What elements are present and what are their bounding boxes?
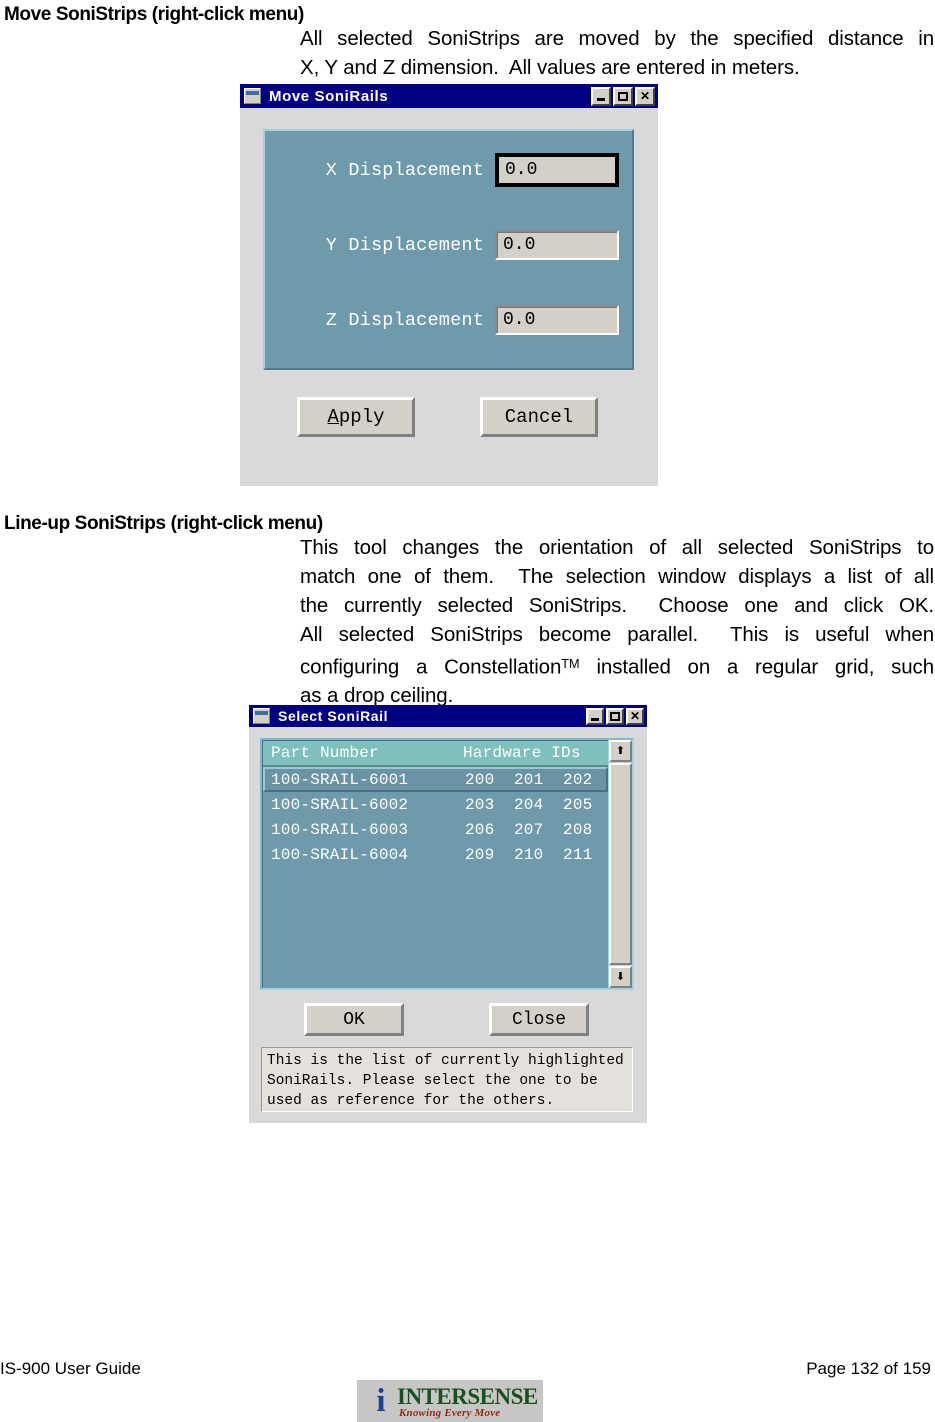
minimize-button[interactable] <box>591 86 611 106</box>
apply-button[interactable]: Apply <box>297 397 415 437</box>
list-item-hardware-ids: 206 207 208 <box>465 820 593 839</box>
maximize-button[interactable] <box>606 707 624 725</box>
trademark-symbol: TM <box>561 656 580 671</box>
move-dialog-title: Move SoniRails <box>269 87 389 105</box>
z-displacement-input[interactable]: 0.0 <box>495 305 619 335</box>
maximize-button[interactable] <box>613 86 633 106</box>
scroll-down-icon[interactable]: ⬇ <box>609 966 632 988</box>
paragraph-move-sonistrips: All selected SoniStrips are moved by the… <box>300 24 934 82</box>
list-header-row: Part Number Hardware IDs <box>263 741 608 767</box>
paragraph-line-part: installed on a regular grid, such <box>596 655 934 679</box>
section-heading-move-sonistrips: Move SoniStrips (right-click menu) <box>4 4 304 25</box>
paragraph-line: X, Y and Z dimension. All values are ent… <box>300 56 800 79</box>
list-item-part-number: 100-SRAIL-6001 <box>271 770 409 789</box>
paragraph-line: This tool changes the orientation of all… <box>300 536 934 559</box>
list-item[interactable]: 100-SRAIL-6004 209 210 211 <box>263 842 608 867</box>
list-item[interactable]: 100-SRAIL-6003 206 207 208 <box>263 817 608 842</box>
paragraph-line-part: configuring a Constellation <box>300 655 562 679</box>
column-header-hardware-ids: Hardware IDs <box>463 744 581 762</box>
x-displacement-row: X Displacement 0.0 <box>265 153 632 187</box>
apply-mnemonic: A <box>327 406 339 428</box>
paragraph-line: All selected SoniStrips are moved by the… <box>300 27 934 50</box>
paragraph-line-trademark: configuring a ConstellationTM installed … <box>300 649 934 681</box>
list-scrollbar[interactable]: ⬆ ⬇ <box>608 740 632 988</box>
close-glyph: ✕ <box>639 89 651 103</box>
window-controls: ✕ <box>591 86 655 106</box>
list-item-part-number: 100-SRAIL-6004 <box>271 845 409 864</box>
close-glyph: ✕ <box>629 709 641 723</box>
section-heading-lineup-sonistrips: Line-up SoniStrips (right-click menu) <box>4 513 323 534</box>
z-displacement-row: Z Displacement 0.0 <box>265 303 632 337</box>
list-item-hardware-ids: 209 210 211 <box>465 845 593 864</box>
select-dialog-title: Select SoniRail <box>278 708 389 724</box>
scroll-up-icon[interactable]: ⬆ <box>609 740 632 762</box>
list-item-part-number: 100-SRAIL-6002 <box>271 795 409 814</box>
paragraph-line: match one of them. The selection window … <box>300 565 934 588</box>
ok-button[interactable]: OK <box>304 1003 404 1036</box>
apply-label-rest: pply <box>338 406 385 428</box>
window-controls: ✕ <box>586 707 644 725</box>
paragraph-lineup-sonistrips: This tool changes the orientation of all… <box>300 533 934 710</box>
move-dialog-titlebar[interactable]: Move SoniRails ✕ <box>240 84 658 108</box>
list-viewport: Part Number Hardware IDs 100-SRAIL-6001 … <box>262 740 608 988</box>
logo-tagline: Knowing Every Move <box>399 1407 501 1419</box>
x-displacement-label: X Displacement <box>325 159 484 181</box>
select-dialog-titlebar[interactable]: Select SoniRail ✕ <box>249 705 647 727</box>
close-icon[interactable]: ✕ <box>626 707 644 725</box>
minimize-button[interactable] <box>586 707 604 725</box>
logo-wordmark: INTERSENSE <box>397 1384 538 1409</box>
window-icon <box>253 708 270 724</box>
column-header-part-number: Part Number <box>271 744 379 762</box>
list-item[interactable]: 100-SRAIL-6001 200 201 202 <box>263 767 608 792</box>
help-text-line: SoniRails. Please select the one to be <box>267 1073 598 1089</box>
close-icon[interactable]: ✕ <box>635 86 655 106</box>
help-text-line: This is the list of currently highlighte… <box>267 1053 624 1069</box>
y-displacement-label: Y Displacement <box>325 234 484 256</box>
footer-document-title: IS-900 User Guide <box>0 1359 141 1378</box>
x-displacement-input[interactable]: 0.0 <box>495 153 619 187</box>
y-displacement-row: Y Displacement 0.0 <box>265 228 632 262</box>
intersense-logo: i INTERSENSE Knowing Every Move <box>357 1380 543 1422</box>
move-sonirails-dialog: Move SoniRails ✕ X Displacement 0.0 Y Di… <box>240 84 658 486</box>
logo-mark: i <box>376 1383 386 1419</box>
close-button[interactable]: Close <box>489 1003 589 1036</box>
scrollbar-track[interactable] <box>609 762 632 966</box>
scrollbar-thumb[interactable] <box>609 763 632 965</box>
window-icon <box>244 88 261 104</box>
list-item-hardware-ids: 203 204 205 <box>465 795 593 814</box>
sonirail-list: Part Number Hardware IDs 100-SRAIL-6001 … <box>260 738 634 990</box>
help-text-line: used as reference for the others. <box>267 1093 555 1109</box>
z-displacement-label: Z Displacement <box>325 309 484 331</box>
cancel-button[interactable]: Cancel <box>480 397 598 437</box>
footer-page-number: Page 132 of 159 <box>806 1359 931 1378</box>
select-sonirail-dialog: Select SoniRail ✕ Part Number Hardware I… <box>249 705 647 1123</box>
list-item-part-number: 100-SRAIL-6003 <box>271 820 409 839</box>
list-item[interactable]: 100-SRAIL-6002 203 204 205 <box>263 792 608 817</box>
paragraph-line: All selected SoniStrips become parallel.… <box>300 623 934 646</box>
paragraph-line: the currently selected SoniStrips. Choos… <box>300 594 934 617</box>
list-item-hardware-ids: 200 201 202 <box>465 770 593 789</box>
help-text-panel: This is the list of currently highlighte… <box>261 1047 633 1112</box>
y-displacement-input[interactable]: 0.0 <box>495 230 619 260</box>
displacement-panel: X Displacement 0.0 Y Displacement 0.0 Z … <box>263 129 634 370</box>
